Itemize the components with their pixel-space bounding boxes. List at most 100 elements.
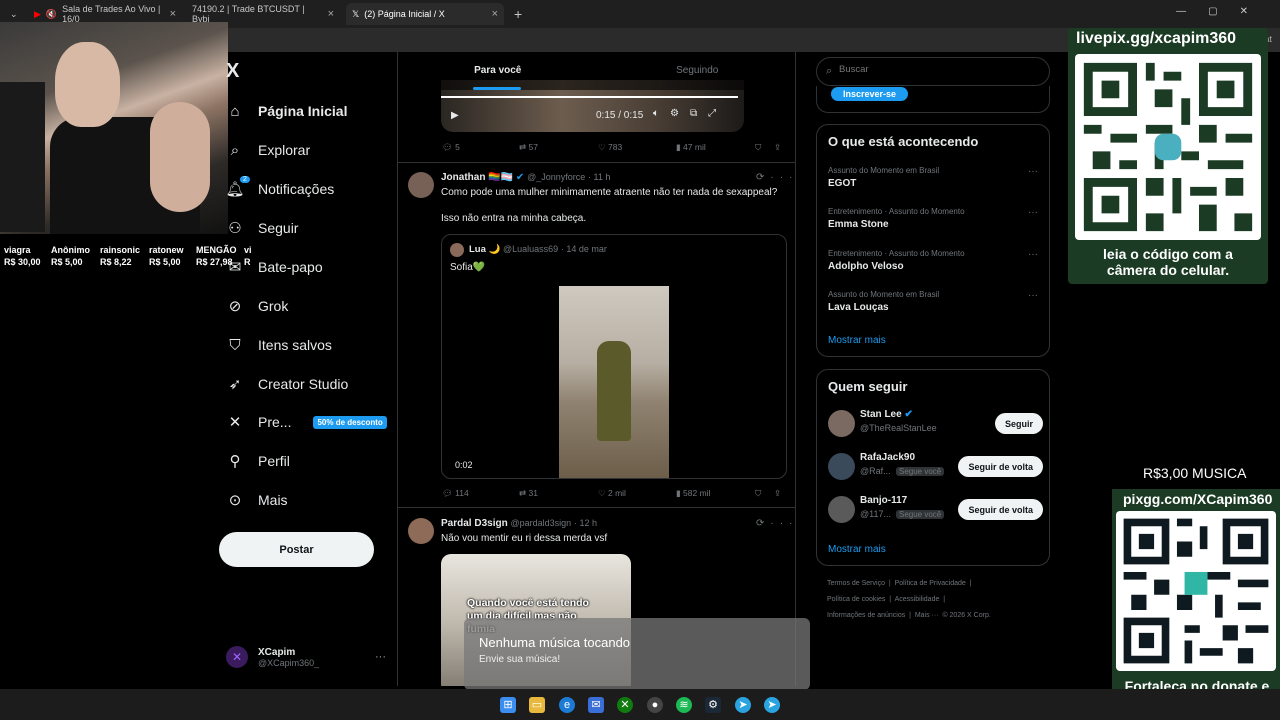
more-icon[interactable]: ··· (1028, 207, 1038, 218)
sidebar-item-creator-studio[interactable]: ➶ Creator Studio (226, 371, 349, 397)
pixgg-overlay: pixgg.com/XCapim360 Fortaleça no donate … (1112, 489, 1280, 720)
reply-button[interactable]: 💬︎ 114 (442, 488, 469, 499)
repost-button[interactable]: ⇄ 57 (519, 142, 538, 153)
telegram-icon[interactable]: ➤ (735, 697, 751, 713)
avatar[interactable] (408, 172, 434, 198)
browser-tab-3[interactable]: 𝕏 (2) Página Inicial / X × (346, 3, 504, 25)
follow-suggestion[interactable]: Stan Lee ✔ @TheRealStanLee Seguir (828, 409, 1043, 439)
sidebar-item-more[interactable]: ⊙ Mais (226, 487, 288, 513)
sidebar-item-grok[interactable]: ⊘ Grok (226, 293, 289, 319)
add-user-icon: ⚇ (228, 220, 242, 237)
close-tab-icon[interactable]: × (328, 8, 334, 20)
video-controls-icons[interactable]: 🔈︎⚙⧉⤢ (653, 108, 727, 119)
more-icon: ⊙ (228, 492, 242, 509)
video-progress-bar[interactable] (441, 96, 738, 98)
share-icon[interactable]: ⇪ (774, 142, 781, 153)
trend-item[interactable]: Assunto do Momento em Brasil Lava Louças ·… (828, 290, 1038, 313)
video-thumbnail[interactable] (559, 286, 669, 478)
verified-icon: ✔ (515, 172, 525, 183)
obs-icon[interactable]: ● (647, 697, 663, 713)
more-icon[interactable]: ··· (1028, 249, 1038, 260)
bookmark-icon[interactable]: ⛉ (755, 488, 761, 499)
close-tab-icon[interactable]: × (492, 8, 498, 20)
x-logo-icon: 𝕏 (352, 8, 360, 19)
edge-icon[interactable]: e (559, 697, 575, 713)
avatar: ✕ (226, 646, 248, 668)
close-tab-icon[interactable]: × (170, 8, 176, 20)
trend-item[interactable]: Assunto do Momento em Brasil EGOT ··· (828, 166, 1038, 189)
follow-back-button[interactable]: Seguir de volta (958, 499, 1043, 520)
follow-suggestion[interactable]: Banjo-117 @117... Segue você Seguir de v… (828, 495, 1043, 525)
sidebar-item-chat[interactable]: ✉ Bate-papo (226, 254, 323, 280)
author-name[interactable]: Jonathan 🏳️‍🌈🏳️‍⚧️ (441, 172, 513, 183)
show-more-link[interactable]: Mostrar mais (828, 544, 886, 555)
steam-icon[interactable]: ⚙ (705, 697, 721, 713)
sidebar-item-explore[interactable]: ⌕ Explorar (226, 137, 310, 163)
sidebar-item-home[interactable]: ⌂ Página Inicial (226, 98, 347, 124)
sidebar-item-label: Creator Studio (258, 376, 349, 392)
sidebar-item-premium[interactable]: ✕ Pre... 50% de desconto (226, 409, 387, 435)
more-icon[interactable]: ··· (1028, 166, 1038, 177)
reply-button[interactable]: 💬︎ 5 (442, 142, 460, 153)
sidebar-item-label: Mais (258, 492, 288, 508)
author-handle[interactable]: @pardald3sign (510, 518, 571, 528)
trend-item[interactable]: Entretenimento · Assunto do Momento Adolp… (828, 249, 1038, 272)
avatar (828, 453, 855, 480)
tab-title: Sala de Trades Ao Vivo | 16/0 (62, 4, 161, 24)
quote-header: Lua 🌙 @Lualuass69 · 14 de mar (469, 244, 607, 255)
verified-icon: ✔ (904, 409, 913, 420)
music-subtitle: Envie sua música! (479, 654, 561, 665)
search-box[interactable]: ⌕ (816, 57, 1050, 86)
post-more-icon[interactable]: ⟳··· (756, 172, 795, 183)
sidebar-item-follow[interactable]: ⚇ Seguir (226, 215, 298, 241)
bookmark-icon[interactable]: ⛉ (755, 142, 761, 153)
start-icon[interactable]: ⊞ (500, 697, 516, 713)
window-controls[interactable]: —▢✕ (1176, 6, 1270, 17)
more-icon[interactable]: ··· (1028, 290, 1038, 301)
search-input[interactable] (839, 64, 1029, 75)
follows-you-badge: Segue você (896, 467, 945, 476)
x-logo[interactable]: X (226, 60, 239, 83)
follow-suggestion[interactable]: RafaJack90 @Raf... Segue você Seguir de … (828, 452, 1043, 482)
more-icon[interactable]: ··· (375, 651, 386, 663)
subscribe-button[interactable]: Inscrever-se (831, 87, 909, 101)
trend-item[interactable]: Entretenimento · Assunto do Momento Emma … (828, 207, 1038, 230)
sidebar-item-bookmarks[interactable]: ⛉ Itens salvos (226, 332, 332, 358)
sidebar-item-profile[interactable]: ⚲ Perfil (226, 448, 290, 474)
discount-badge: 50% de desconto (313, 415, 387, 429)
premium-card: Inscrever-se (816, 86, 1050, 113)
new-tab-button[interactable]: + (508, 3, 528, 25)
xbox-icon[interactable]: ✕ (617, 697, 633, 713)
post-button[interactable]: Postar (219, 532, 374, 567)
like-button[interactable]: ♡ 783 (598, 142, 622, 153)
post-time[interactable]: · 12 h (574, 518, 597, 528)
account-switcher[interactable]: ✕ XCapim @XCapim360_ ··· (226, 640, 386, 674)
post-more-icon[interactable]: ⟳··· (756, 518, 795, 529)
post[interactable]: Jonathan 🏳️‍🌈🏳️‍⚧️ ✔ @_Jonnyforce · 11 h… (398, 163, 795, 508)
follow-back-button[interactable]: Seguir de volta (958, 456, 1043, 477)
views-button[interactable]: ▮ 47 mil (676, 142, 706, 153)
follow-button[interactable]: Seguir (994, 413, 1043, 434)
sidebar-item-notifications[interactable]: 🔔︎ 2 Notificações (225, 176, 334, 202)
mail-app-icon[interactable]: ✉ (588, 697, 604, 713)
spotify-icon[interactable]: ≋ (676, 697, 692, 713)
views-button[interactable]: ▮ 582 mil (676, 488, 710, 499)
play-icon[interactable]: ▶ (451, 110, 459, 121)
repost-button[interactable]: ⇄ 31 (519, 488, 538, 499)
footer-links: Política de cookies | Acessibilidade | (827, 596, 946, 603)
show-more-link[interactable]: Mostrar mais (828, 335, 886, 346)
timeline: ▶ 0:15 / 0:15 🔈︎⚙⧉⤢ 💬︎ 5 ⇄ 57 ♡ 783 ▮ 47… (397, 52, 796, 686)
tab-following[interactable]: Seguindo (598, 52, 796, 90)
tab-for-you[interactable]: Para você (398, 52, 598, 90)
author-handle[interactable]: @_Jonnyforce (527, 172, 585, 182)
like-button[interactable]: ♡ 2 mil (598, 488, 626, 499)
share-icon[interactable]: ⇪ (774, 488, 781, 499)
card-title: Quem seguir (828, 379, 908, 394)
telegram-icon[interactable]: ➤ (764, 697, 780, 713)
file-explorer-icon[interactable]: ▭ (529, 697, 545, 713)
author-name[interactable]: Pardal D3sign (441, 518, 508, 529)
avatar[interactable] (408, 518, 434, 544)
sidebar-item-label: Itens salvos (258, 337, 332, 353)
post-time[interactable]: · 11 h (588, 172, 610, 182)
quoted-post[interactable]: Lua 🌙 @Lualuass69 · 14 de mar Sofia💚 0:0… (441, 234, 787, 479)
